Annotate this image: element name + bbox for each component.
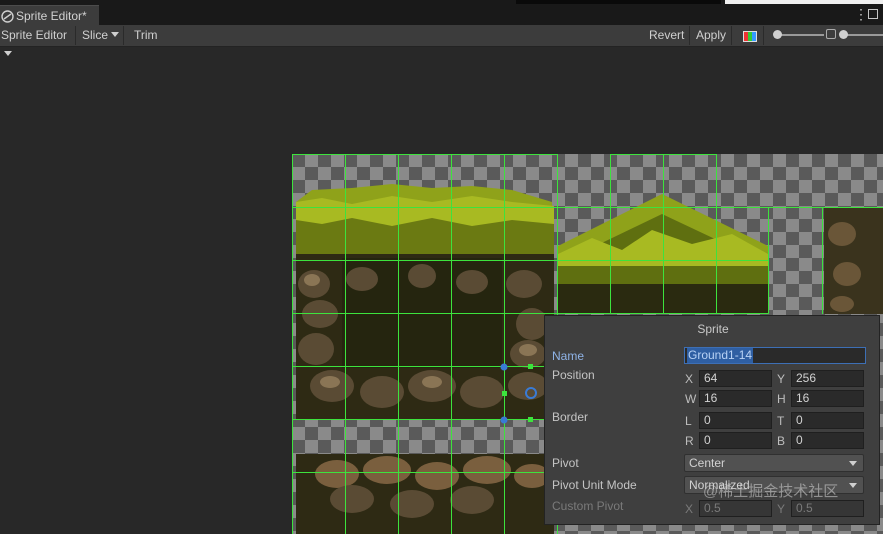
title-bar: Sprite Editor* ⋮ [0,0,883,26]
name-label: Name [552,349,585,363]
border-t-field[interactable]: 0 [791,412,864,429]
border-l-field[interactable]: 0 [699,412,772,429]
height-field[interactable]: 16 [791,390,864,407]
name-input[interactable]: Ground1-14 [684,347,866,364]
height-label: H [777,392,786,406]
maximize-icon[interactable] [868,9,878,19]
custom-pivot-y-label: Y [777,502,786,516]
width-field[interactable]: 16 [699,390,772,407]
sprite-editor-mode-dropdown[interactable]: Sprite Editor [0,26,76,56]
revert-button[interactable]: Revert [645,26,690,45]
chevron-down-icon [111,32,120,37]
zoom-slider-track[interactable] [778,34,824,36]
position-y-label: Y [777,372,786,386]
slice-dropdown[interactable]: Slice [78,26,124,45]
toolbar: Sprite Editor Slice Trim Revert Apply [0,25,883,56]
custom-pivot-label: Custom Pivot [552,499,624,513]
border-r-field[interactable]: 0 [699,432,772,449]
pivot-label: Pivot [552,456,579,470]
position-x-field[interactable]: 64 [699,370,772,387]
mipmap-icon [826,29,836,39]
slice-label: Slice [82,28,109,42]
ground-tile-block [296,184,554,419]
color-channel-toggle[interactable] [736,26,764,45]
background-window-strip-light [725,0,883,4]
border-l-label: L [685,414,692,428]
zoom-slider-handle[interactable] [773,30,782,39]
pivot-value: Center [689,456,726,470]
position-x-label: X [685,372,694,386]
edge-tile [824,208,883,314]
sprite-editor-icon [1,9,14,23]
sprite-editor-label: Sprite Editor [1,28,68,42]
border-r-label: R [685,434,694,448]
mip-level-slider-track[interactable] [846,34,883,36]
position-y-field[interactable]: 256 [791,370,864,387]
custom-pivot-y-field: 0.5 [791,500,864,517]
lower-ground-row [296,454,554,534]
trim-button[interactable]: Trim [130,26,170,45]
tab-title: Sprite Editor* [16,9,87,23]
apply-button[interactable]: Apply [692,26,732,45]
rgb-channel-icon [743,31,757,42]
name-value: Ground1-14 [687,348,754,363]
position-label: Position [552,368,595,382]
border-t-label: T [777,414,785,428]
border-label: Border [552,410,589,424]
tab-sprite-editor[interactable]: Sprite Editor* [0,5,99,26]
width-label: W [685,392,697,406]
background-window-strip [516,0,721,4]
pivot-dropdown[interactable]: Center [684,454,864,472]
watermark: @稀土掘金技术社区 [703,483,839,500]
mip-level-slider-handle[interactable] [839,30,848,39]
border-b-label: B [777,434,786,448]
custom-pivot-x-field: 0.5 [699,500,772,517]
pivot-unit-mode-label: Pivot Unit Mode [552,478,637,492]
panel-title: Sprite [697,322,729,336]
border-b-field[interactable]: 0 [791,432,864,449]
chevron-down-icon [849,461,857,466]
chevron-down-icon [849,483,857,488]
chevron-down-icon [4,51,12,56]
custom-pivot-x-label: X [685,502,694,516]
more-options-icon[interactable]: ⋮ [854,7,868,21]
